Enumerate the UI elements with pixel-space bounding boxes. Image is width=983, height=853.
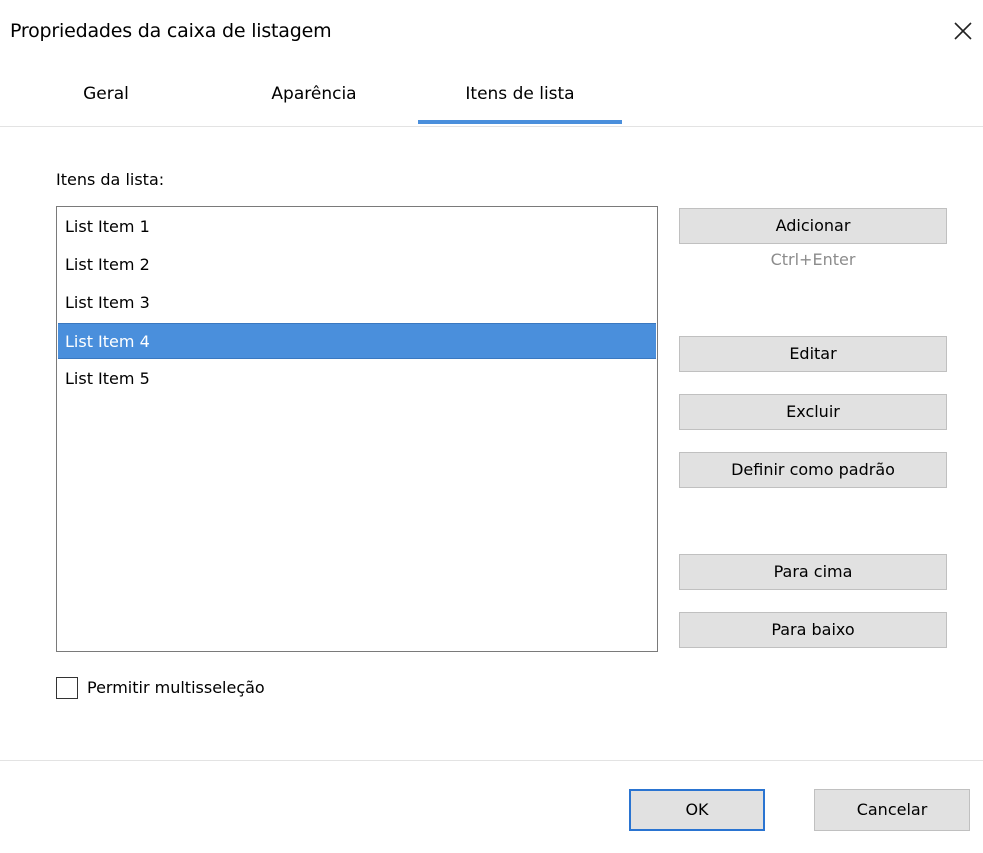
move-up-button[interactable]: Para cima (679, 554, 947, 590)
footer-separator (0, 760, 983, 761)
list-item[interactable]: List Item 3 (58, 285, 656, 321)
multiselect-label[interactable]: Permitir multisseleção (87, 678, 265, 697)
edit-button[interactable]: Editar (679, 336, 947, 372)
active-tab-indicator (418, 120, 622, 124)
add-shortcut-hint: Ctrl+Enter (770, 250, 856, 269)
list-item[interactable]: List Item 2 (58, 247, 656, 283)
list-item[interactable]: List Item 5 (58, 361, 656, 397)
close-button[interactable] (949, 17, 977, 45)
tab-itens-de-lista[interactable]: Itens de lista (418, 84, 622, 104)
list-item[interactable]: List Item 1 (58, 209, 656, 245)
close-icon (954, 22, 972, 40)
delete-button[interactable]: Excluir (679, 394, 947, 430)
tab-bar: Geral Aparência Itens de lista (0, 68, 983, 127)
list-item-selected[interactable]: List Item 4 (58, 323, 656, 359)
list-items-listbox[interactable]: List Item 1 List Item 2 List Item 3 List… (56, 206, 658, 652)
list-items-label: Itens da lista: (56, 170, 165, 189)
move-down-button[interactable]: Para baixo (679, 612, 947, 648)
tab-aparencia[interactable]: Aparência (248, 84, 380, 104)
multiselect-checkbox[interactable] (56, 677, 78, 699)
title-bar: Propriedades da caixa de listagem (0, 0, 983, 68)
tab-geral[interactable]: Geral (56, 84, 156, 104)
add-button[interactable]: Adicionar (679, 208, 947, 244)
list-box-properties-dialog: Propriedades da caixa de listagem Geral … (0, 0, 983, 853)
ok-button[interactable]: OK (629, 789, 765, 831)
dialog-title: Propriedades da caixa de listagem (10, 20, 332, 42)
cancel-button[interactable]: Cancelar (814, 789, 970, 831)
set-default-button[interactable]: Definir como padrão (679, 452, 947, 488)
